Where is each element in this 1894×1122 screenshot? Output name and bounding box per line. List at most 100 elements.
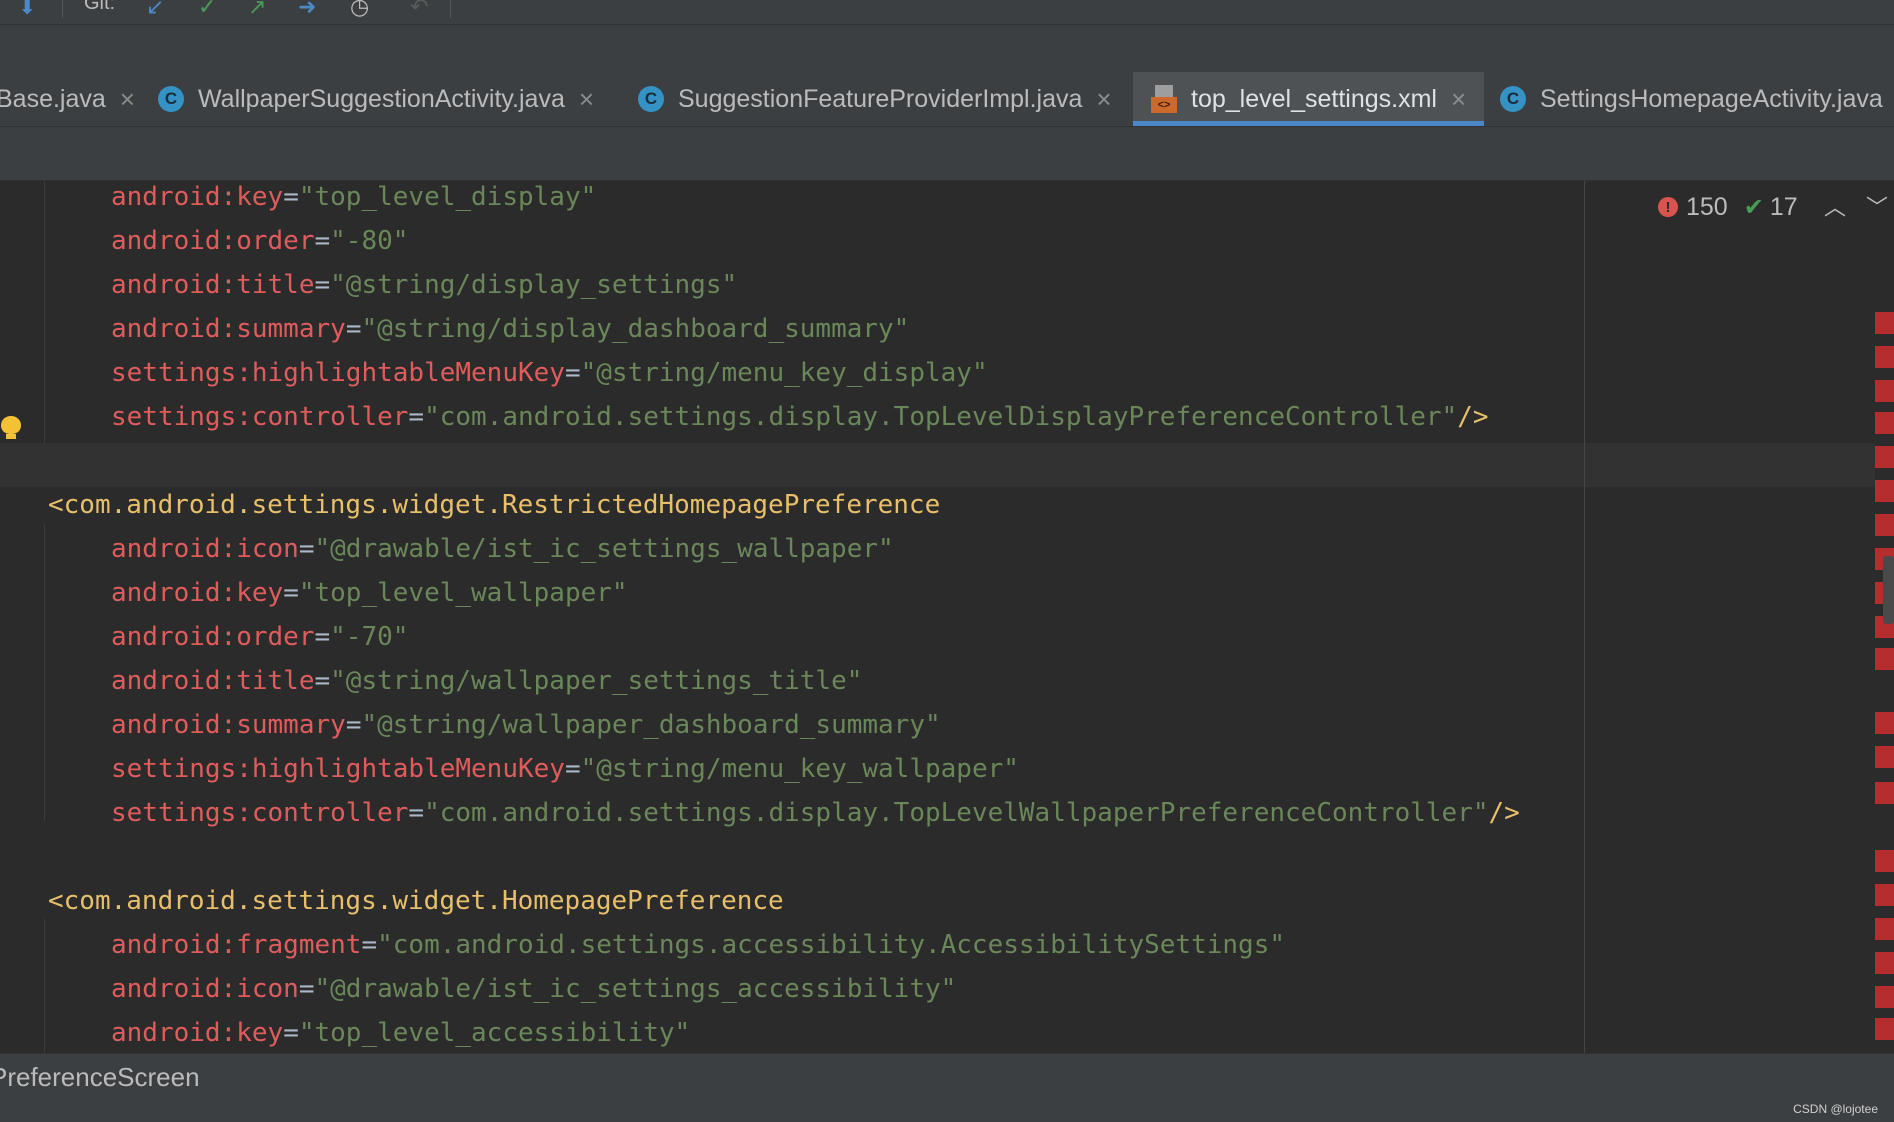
attribute-value: "top_level_accessibility" <box>298 1018 691 1048</box>
next-highlight-icon[interactable]: ﹀ <box>1866 190 1888 222</box>
code-line: android:summary="@string/wallpaper_dashb… <box>111 710 941 740</box>
code-line: android:title="@string/display_settings" <box>111 270 738 300</box>
code-line: <com.android.settings.widget.RestrictedH… <box>48 483 940 527</box>
attribute-value: "@string/wallpaper_settings_title" <box>330 666 863 696</box>
error-marker[interactable] <box>1875 884 1894 906</box>
error-marker[interactable] <box>1875 918 1894 940</box>
tab-label: SettingsHomepageActivity.java <box>1540 84 1883 113</box>
xml-file-icon: <> <box>1151 85 1177 113</box>
attribute-value: "@string/display_dashboard_summary" <box>361 314 910 344</box>
error-count: 150 <box>1686 192 1728 221</box>
error-marker[interactable] <box>1875 514 1894 536</box>
rollback-icon[interactable]: ↶ <box>410 0 428 20</box>
tag-close: /> <box>1457 402 1489 432</box>
attribute-value: "@string/wallpaper_dashboard_summary" <box>361 710 941 740</box>
attribute-value: "@string/menu_key_display" <box>580 358 988 388</box>
error-marker[interactable] <box>1875 380 1894 402</box>
error-marker[interactable] <box>1875 952 1894 974</box>
error-marker[interactable] <box>1875 850 1894 872</box>
error-marker[interactable] <box>1875 712 1894 734</box>
status-bar: CSDN @lojotee <box>0 1100 1894 1122</box>
tab-suggestion-feature-provider-impl[interactable]: C SuggestionFeatureProviderImpl.java × <box>638 72 1112 126</box>
history-icon[interactable]: ◷ <box>350 0 369 20</box>
tag-name: <com.android.settings.widget.RestrictedH… <box>48 490 941 520</box>
git-pull-icon[interactable]: ➜ <box>298 0 316 20</box>
code-line: settings:highlightableMenuKey="@string/m… <box>111 754 1019 784</box>
vcs-update-icon[interactable]: ⬇ <box>18 0 36 20</box>
error-marker[interactable] <box>1875 412 1894 434</box>
active-tab-indicator <box>1133 121 1484 126</box>
attribute-value: "com.android.settings.display.TopLevelDi… <box>424 402 1458 432</box>
editor-right-margin <box>1584 181 1894 1053</box>
error-marker[interactable] <box>1875 312 1894 334</box>
attribute-name: settings:highlightableMenuKey <box>111 358 565 388</box>
tab-label: top_level_settings.xml <box>1191 84 1437 113</box>
close-icon[interactable]: × <box>579 84 594 115</box>
git-update-icon[interactable]: ↙ <box>146 0 164 20</box>
tag-close: /> <box>1488 798 1520 828</box>
tag-name: <com.android.settings.widget.HomepagePre… <box>48 886 784 916</box>
attribute-name: android:title <box>111 666 315 696</box>
code-line: android:fragment="com.android.settings.a… <box>111 930 1286 960</box>
attribute-name: android:key <box>111 578 284 608</box>
close-icon[interactable]: × <box>120 84 135 115</box>
attribute-name: android:key <box>111 1018 284 1048</box>
code-line: settings:controller="com.android.setting… <box>111 798 1520 828</box>
code-line: android:order="-70" <box>111 622 409 652</box>
tab-wallpaper-suggestion-activity[interactable]: C WallpaperSuggestionActivity.java × <box>158 72 594 126</box>
editor-header-bar <box>0 127 1894 181</box>
error-marker[interactable] <box>1875 782 1894 804</box>
code-line: android:key="top_level_wallpaper" <box>111 578 628 608</box>
tab-top-level-settings-xml[interactable]: <> top_level_settings.xml × <box>1133 72 1484 126</box>
error-marker[interactable] <box>1875 446 1894 468</box>
caret-row-highlight <box>0 443 1584 487</box>
attribute-value: "-80" <box>330 226 409 256</box>
git-commit-icon[interactable]: ✓ <box>198 0 216 20</box>
attribute-name: android:fragment <box>111 930 362 960</box>
code-line: android:key="top_level_accessibility" <box>111 1018 691 1048</box>
caret-row-highlight <box>1585 443 1875 487</box>
toolbar-separator <box>450 0 451 18</box>
tab-label: SuggestionFeatureProviderImpl.java <box>678 84 1083 113</box>
breadcrumb[interactable]: PreferenceScreen <box>0 1054 200 1100</box>
attribute-value: "top_level_wallpaper" <box>298 578 628 608</box>
attribute-value: "top_level_display" <box>298 182 597 212</box>
main-toolbar: ⬇ Git: ↙ ✓ ↗ ➜ ◷ ↶ <box>0 0 1894 25</box>
attribute-name: android:icon <box>111 534 299 564</box>
indent-guide <box>44 524 45 821</box>
attribute-name: android:summary <box>111 710 346 740</box>
indent-guide <box>44 919 45 1053</box>
error-marker[interactable] <box>1875 346 1894 368</box>
error-marker[interactable] <box>1875 746 1894 768</box>
error-icon: ! <box>1658 197 1678 217</box>
attribute-name: settings:highlightableMenuKey <box>111 754 565 784</box>
toolbar-separator <box>62 0 63 18</box>
error-marker[interactable] <box>1875 1018 1894 1040</box>
attribute-name: settings:controller <box>111 798 409 828</box>
previous-highlight-icon[interactable]: ︿ <box>1824 190 1846 222</box>
close-icon[interactable]: × <box>1096 84 1111 115</box>
code-line: settings:controller="com.android.setting… <box>111 402 1489 432</box>
code-line: android:icon="@drawable/ist_ic_settings_… <box>111 974 957 1004</box>
navigation-bar <box>0 25 1894 72</box>
close-icon[interactable]: × <box>1451 84 1466 115</box>
code-editor[interactable]: android:key="top_level_display" android:o… <box>0 181 1584 1053</box>
code-line: android:title="@string/wallpaper_setting… <box>111 666 863 696</box>
code-line: android:summary="@string/display_dashboa… <box>111 314 910 344</box>
editor-scrollbar-thumb[interactable] <box>1883 556 1894 624</box>
tab-settings-homepage-activity[interactable]: C SettingsHomepageActivity.java <box>1500 72 1883 126</box>
error-marker[interactable] <box>1875 480 1894 502</box>
watermark: CSDN @lojotee <box>1793 1102 1878 1116</box>
attribute-value: "com.android.settings.display.TopLevelWa… <box>424 798 1489 828</box>
git-push-icon[interactable]: ↗ <box>248 0 266 20</box>
inspection-widget[interactable]: ! 150 ✔ 17 <box>1658 190 1798 224</box>
attribute-value: "@drawable/ist_ic_settings_wallpaper" <box>314 534 894 564</box>
code-line: <com.android.settings.widget.HomepagePre… <box>48 879 784 923</box>
error-marker[interactable] <box>1875 986 1894 1008</box>
intention-bulb-icon[interactable] <box>1 416 21 439</box>
tab-base-java[interactable]: Base.java × <box>0 72 135 126</box>
error-marker[interactable] <box>1875 648 1894 670</box>
indent-guide <box>44 181 45 443</box>
attribute-value: "@string/menu_key_wallpaper" <box>580 754 1019 784</box>
code-line: android:order="-80" <box>111 226 409 256</box>
